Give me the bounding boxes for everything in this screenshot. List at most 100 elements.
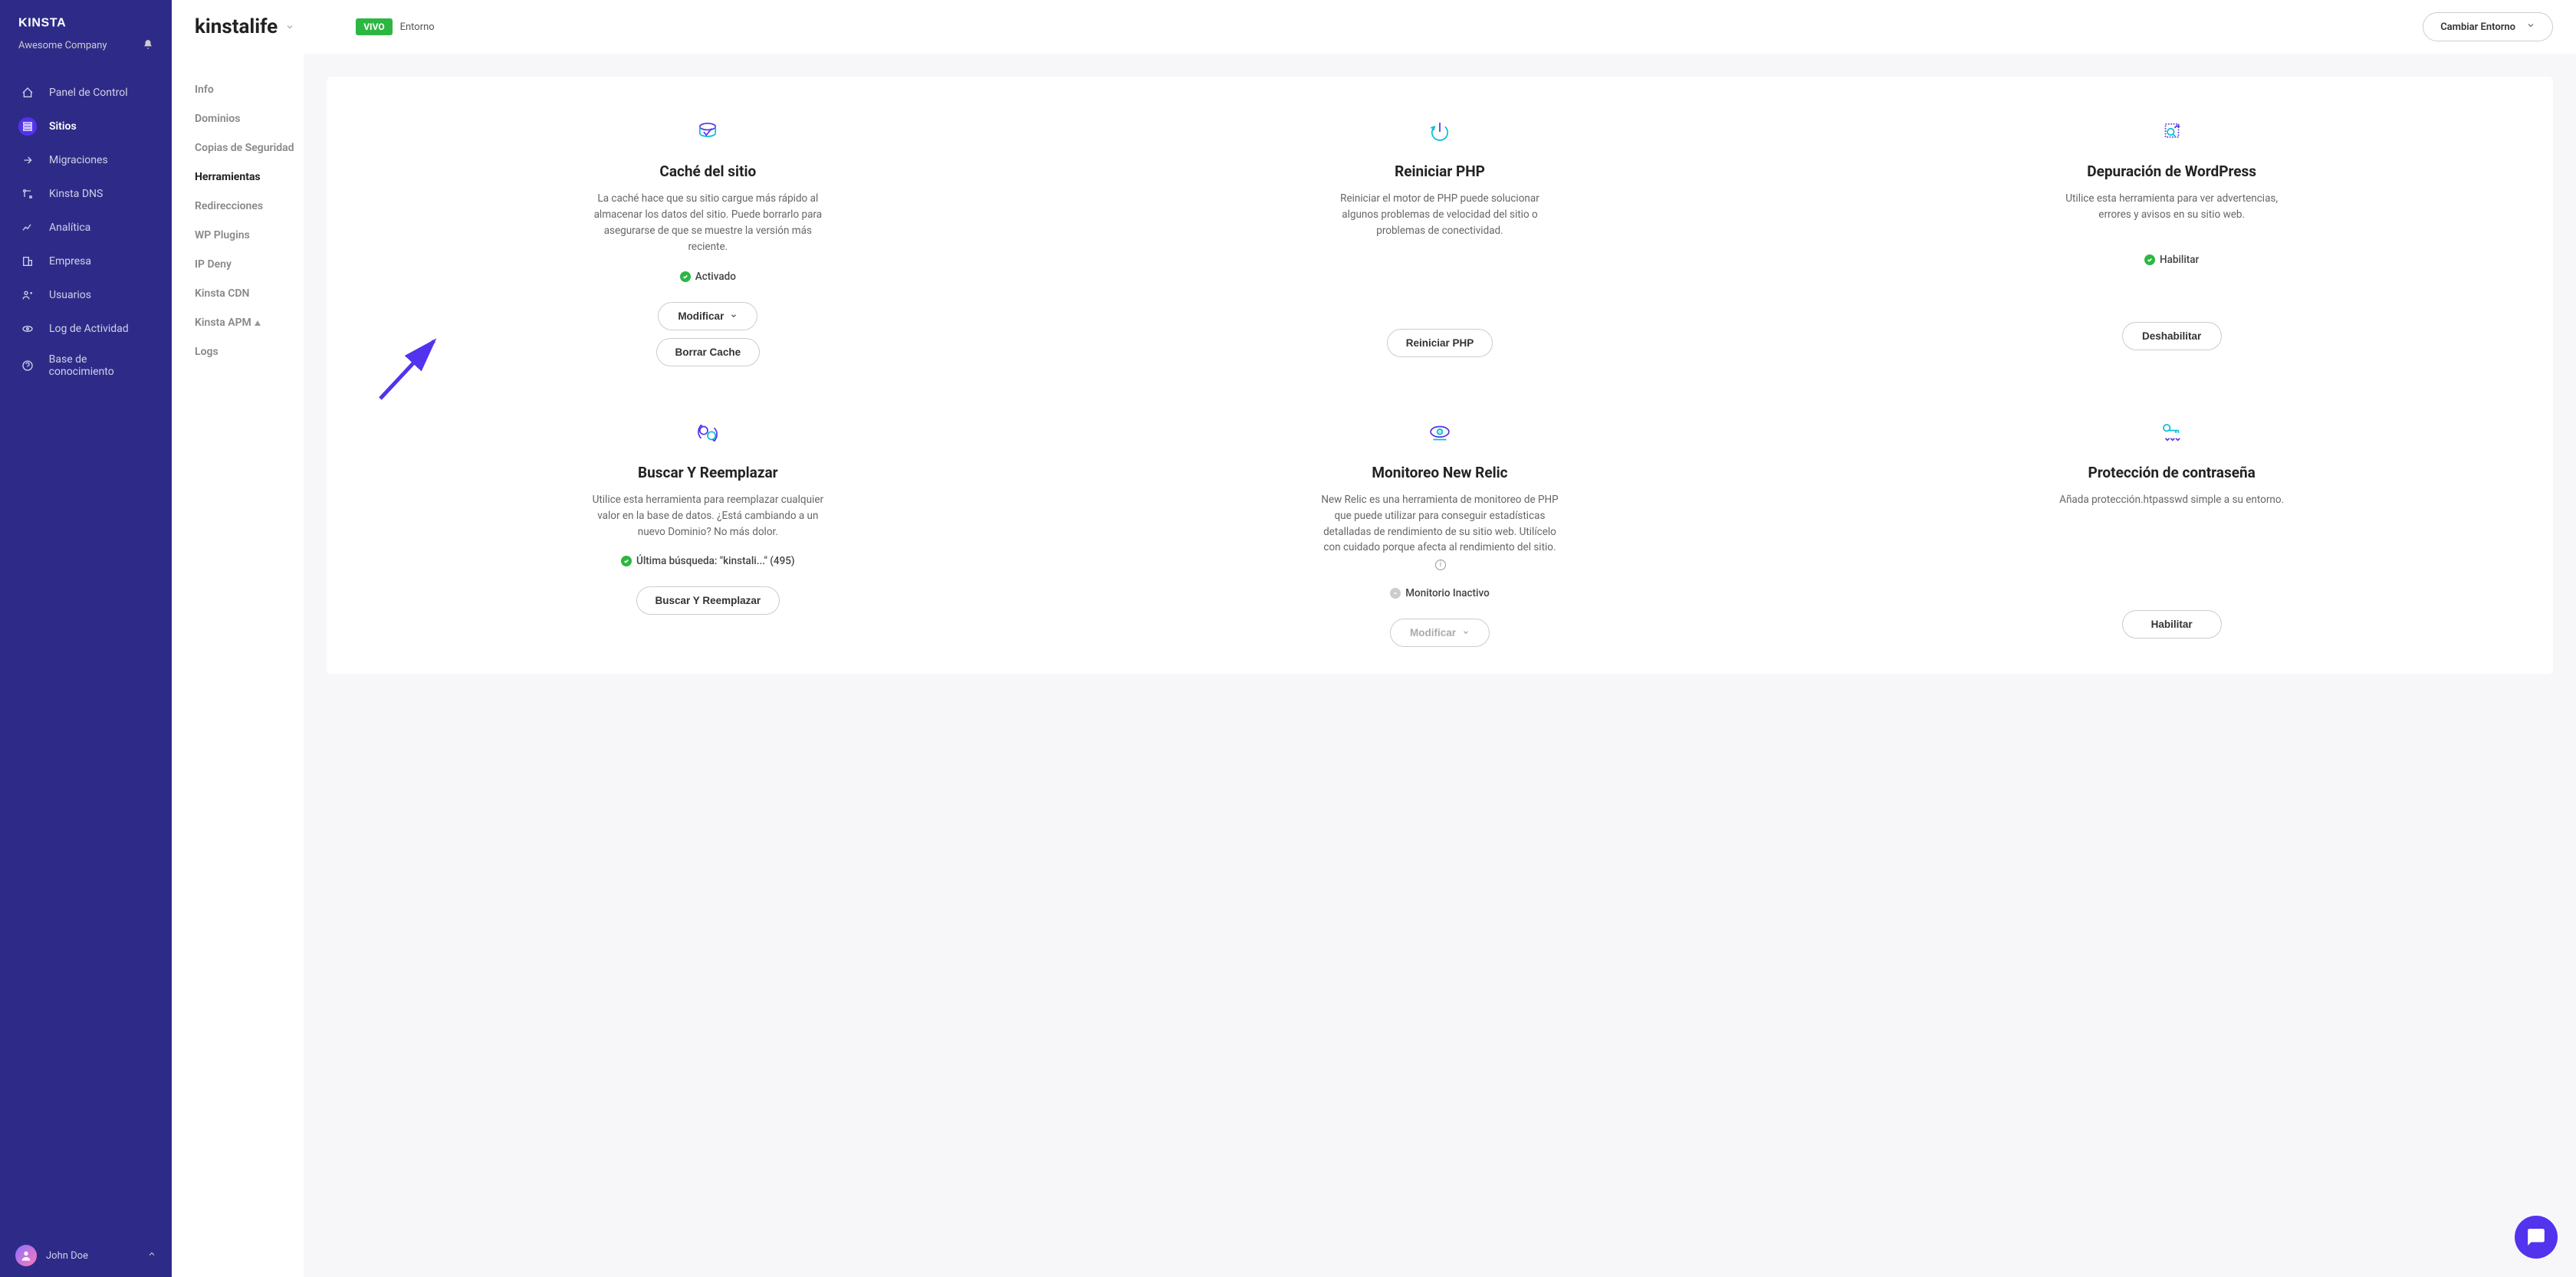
main-sidebar: KINSTA Awesome Company Panel de Control …	[0, 0, 172, 1277]
cache-clear-button[interactable]: Borrar Cache	[656, 338, 761, 366]
newrelic-status: Monitorio Inactivo	[1089, 587, 1791, 599]
key-icon	[1821, 416, 2522, 450]
nav-label: Analítica	[49, 222, 90, 234]
tool-desc: Añada protección.htpasswd simple a su en…	[2053, 492, 2291, 508]
nav-label: Migraciones	[49, 154, 108, 166]
search-status: Última búsqueda: "kinstali..." (495)	[357, 555, 1059, 567]
avatar-icon	[15, 1245, 37, 1266]
annotation-arrow	[373, 330, 449, 406]
chevron-up-icon	[147, 1249, 156, 1262]
nav-label: Sitios	[49, 120, 77, 133]
tool-title: Monitoreo New Relic	[1089, 464, 1791, 481]
php-restart-button[interactable]: Reiniciar PHP	[1387, 329, 1493, 357]
search-replace-button[interactable]: Buscar Y Reemplazar	[636, 586, 780, 615]
subnav-backups[interactable]: Copias de Seguridad	[195, 133, 304, 162]
tool-title: Buscar Y Reemplazar	[357, 464, 1059, 481]
site-name: kinstalife	[195, 15, 278, 38]
user-name: John Doe	[46, 1250, 88, 1262]
site-subnav: Info Dominios Copias de Seguridad Herram…	[172, 0, 304, 1277]
nav-dns[interactable]: Kinsta DNS	[0, 177, 172, 211]
nav-users[interactable]: Usuarios	[0, 278, 172, 312]
eye-icon	[18, 320, 37, 338]
chevron-down-icon	[1462, 627, 1470, 638]
status-dot-icon	[2144, 254, 2155, 265]
nav-label: Base de conocimiento	[49, 353, 153, 378]
search-replace-icon	[357, 416, 1059, 450]
nav-migrations[interactable]: Migraciones	[0, 143, 172, 177]
debug-disable-button[interactable]: Deshabilitar	[2122, 322, 2222, 350]
info-icon[interactable]: i	[1435, 560, 1446, 570]
nav-analytics[interactable]: Analítica	[0, 211, 172, 245]
tool-desc: La caché hace que su sitio cargue más rá…	[589, 191, 826, 255]
sites-icon	[18, 117, 37, 136]
nav-label: Panel de Control	[49, 87, 128, 99]
cache-modify-button[interactable]: Modificar	[658, 302, 757, 330]
tool-title: Reiniciar PHP	[1089, 162, 1791, 180]
tool-title: Protección de contraseña	[1821, 464, 2522, 481]
dns-icon	[18, 185, 37, 203]
nav-activity[interactable]: Log de Actividad	[0, 312, 172, 346]
chat-widget-button[interactable]	[2515, 1216, 2558, 1259]
password-enable-button[interactable]: Habilitar	[2122, 610, 2222, 638]
user-menu[interactable]: John Doe	[0, 1234, 172, 1277]
nav-label: Usuarios	[49, 289, 91, 301]
migrate-icon	[18, 151, 37, 169]
content-area: Caché del sitio La caché hace que su sit…	[304, 0, 2576, 1277]
tool-title: Depuración de WordPress	[1821, 162, 2522, 180]
tool-search-replace: Buscar Y Reemplazar Utilice esta herrami…	[357, 416, 1059, 652]
tool-desc: Reiniciar el motor de PHP puede solucion…	[1321, 191, 1559, 239]
nav-kb[interactable]: Base de conocimiento	[0, 346, 172, 386]
subnav-plugins[interactable]: WP Plugins	[195, 221, 304, 250]
debug-status: Habilitar	[1821, 254, 2522, 266]
nav-sites[interactable]: Sitios	[0, 110, 172, 143]
nav-dashboard[interactable]: Panel de Control	[0, 76, 172, 110]
tool-debug: Depuración de WordPress Utilice esta her…	[1821, 115, 2522, 370]
status-dot-icon	[621, 556, 632, 566]
subnav-info[interactable]: Info	[195, 75, 304, 104]
status-dot-icon	[680, 271, 691, 282]
tool-title: Caché del sitio	[357, 162, 1059, 180]
env-switch-label: Cambiar Entorno	[2440, 21, 2515, 33]
chart-icon	[18, 218, 37, 237]
page-header: kinstalife VIVO Entorno Cambiar Entorno	[172, 0, 2576, 54]
tool-desc: Utilice esta herramienta para reemplazar…	[589, 492, 826, 540]
subnav-domains[interactable]: Dominios	[195, 104, 304, 133]
newrelic-modify-button[interactable]: Modificar	[1390, 619, 1490, 647]
subnav-cdn[interactable]: Kinsta CDN	[195, 279, 304, 308]
bell-icon[interactable]	[143, 39, 153, 53]
chevron-down-icon	[730, 310, 738, 322]
apm-badge-icon	[255, 320, 261, 326]
nav-label: Kinsta DNS	[49, 188, 103, 200]
subnav-ipdeny[interactable]: IP Deny	[195, 250, 304, 279]
company-name: Awesome Company	[18, 40, 107, 51]
brand-logo[interactable]: KINSTA	[0, 0, 172, 39]
cache-icon	[357, 115, 1059, 149]
bug-icon	[1821, 115, 2522, 149]
restart-icon	[1089, 115, 1791, 149]
env-switch-button[interactable]: Cambiar Entorno	[2423, 12, 2553, 41]
help-icon	[18, 356, 37, 375]
tool-cache: Caché del sitio La caché hace que su sit…	[357, 115, 1059, 370]
subnav-tools[interactable]: Herramientas	[195, 162, 304, 192]
status-dot-icon	[1390, 588, 1401, 599]
building-icon	[18, 252, 37, 271]
subnav-logs[interactable]: Logs	[195, 337, 304, 366]
tool-desc: Utilice esta herramienta para ver advert…	[2053, 191, 2291, 223]
subnav-apm[interactable]: Kinsta APM	[195, 308, 304, 337]
users-icon	[18, 286, 37, 304]
tool-php: Reiniciar PHP Reiniciar el motor de PHP …	[1089, 115, 1791, 370]
tools-panel: Caché del sitio La caché hace que su sit…	[327, 77, 2553, 674]
site-dropdown[interactable]	[285, 20, 294, 34]
cache-status: Activado	[357, 271, 1059, 283]
nav-label: Log de Actividad	[49, 323, 129, 335]
env-badge: VIVO	[356, 18, 392, 35]
svg-text:KINSTA: KINSTA	[18, 17, 66, 30]
nav-label: Empresa	[49, 255, 91, 268]
tool-newrelic: Monitoreo New Relic New Relic es una her…	[1089, 416, 1791, 652]
subnav-redirects[interactable]: Redirecciones	[195, 192, 304, 221]
home-icon	[18, 84, 37, 102]
chevron-down-icon	[2526, 21, 2535, 33]
monitor-icon	[1089, 416, 1791, 450]
nav-company[interactable]: Empresa	[0, 245, 172, 278]
tool-password: Protección de contraseña Añada protecció…	[1821, 416, 2522, 652]
